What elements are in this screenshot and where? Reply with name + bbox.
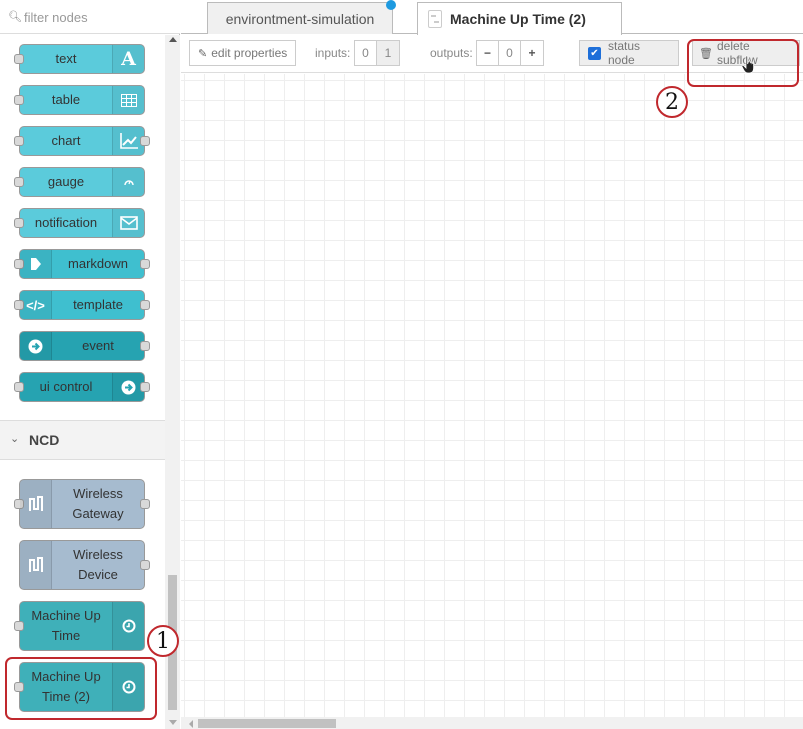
pencil-icon: ✎ bbox=[198, 47, 208, 60]
status-node-checkbox[interactable]: ✔ bbox=[588, 46, 601, 60]
node-label: markdown bbox=[68, 256, 128, 271]
node-label: event bbox=[82, 338, 114, 353]
canvas-horizontal-scrollbar[interactable] bbox=[181, 717, 803, 729]
filter-nodes-input[interactable] bbox=[22, 5, 172, 29]
outputs-value[interactable]: 0 bbox=[499, 41, 521, 65]
category-header-ncd[interactable]: ⌄ NCD bbox=[0, 420, 165, 460]
palette-node-gauge[interactable]: gauge bbox=[14, 167, 145, 197]
output-port bbox=[140, 499, 150, 509]
palette-node-template[interactable]: </> template bbox=[14, 290, 150, 320]
output-port bbox=[140, 136, 150, 146]
pulse-wave-icon bbox=[20, 541, 52, 589]
envelope-icon bbox=[112, 209, 144, 237]
annotation-highlight-delete-subflow bbox=[687, 39, 799, 87]
palette-node-wireless-gateway[interactable]: Wireless Gateway bbox=[14, 479, 150, 529]
palette-node-event[interactable]: event bbox=[19, 331, 150, 361]
outputs-label: outputs: bbox=[430, 46, 473, 60]
palette-sidebar: 🔍︎ text A table chart bbox=[0, 0, 180, 729]
inputs-option-0[interactable]: 0 bbox=[355, 41, 377, 65]
node-label: table bbox=[51, 92, 81, 107]
output-port bbox=[140, 560, 150, 570]
edit-properties-button[interactable]: ✎ edit properties bbox=[189, 40, 297, 66]
flow-canvas[interactable] bbox=[181, 74, 803, 717]
palette-node-list: text A table chart gauge notification ma… bbox=[0, 35, 165, 729]
tab-machine-up-time-2[interactable]: Machine Up Time (2) bbox=[417, 2, 622, 35]
palette-node-machine-up-time[interactable]: Machine Up Time bbox=[14, 601, 145, 651]
tab-environtment-simulation[interactable]: environtment-simulation bbox=[207, 0, 396, 34]
scroll-up-arrow-icon[interactable] bbox=[169, 37, 177, 42]
palette-node-table[interactable]: table bbox=[14, 85, 145, 115]
annotation-highlight-machine-up-time-2 bbox=[5, 657, 157, 720]
inputs-selector: 0 1 bbox=[354, 40, 400, 66]
outputs-increment-button[interactable]: + bbox=[521, 41, 543, 65]
palette-node-markdown[interactable]: markdown bbox=[14, 249, 150, 279]
gauge-icon bbox=[112, 168, 144, 196]
node-label: chart bbox=[51, 133, 81, 148]
tab-label: Machine Up Time (2) bbox=[450, 11, 586, 27]
status-node-label: status node bbox=[607, 39, 640, 67]
palette-node-ui-control[interactable]: ui control bbox=[14, 372, 150, 402]
edit-properties-label: edit properties bbox=[211, 46, 288, 60]
text-A-icon: A bbox=[112, 45, 144, 73]
output-port bbox=[140, 300, 150, 310]
scrollbar-thumb[interactable] bbox=[198, 719, 336, 728]
output-port bbox=[140, 259, 150, 269]
node-label: Wireless Gateway bbox=[72, 486, 124, 521]
annotation-number-1: 1 bbox=[147, 625, 179, 657]
outputs-decrement-button[interactable]: − bbox=[477, 41, 499, 65]
scroll-down-arrow-icon[interactable] bbox=[169, 720, 177, 725]
changed-indicator-dot bbox=[386, 0, 396, 10]
palette-node-text[interactable]: text A bbox=[14, 44, 145, 74]
status-node-toggle[interactable]: ✔ status node bbox=[579, 39, 679, 67]
workspace-tabs: environtment-simulation Machine Up Time … bbox=[181, 0, 803, 35]
code-icon: </> bbox=[20, 291, 52, 319]
clock-icon bbox=[112, 602, 144, 650]
node-label: text bbox=[55, 51, 77, 66]
node-label: notification bbox=[34, 215, 98, 230]
pulse-wave-icon bbox=[20, 480, 52, 528]
annotation-number-2: 2 bbox=[656, 86, 688, 118]
palette-node-chart[interactable]: chart bbox=[14, 126, 150, 156]
table-icon bbox=[112, 86, 144, 114]
output-port bbox=[140, 341, 150, 351]
node-label: Machine Up Time bbox=[31, 608, 101, 643]
output-port bbox=[140, 382, 150, 392]
arrow-circle-right-icon bbox=[20, 332, 52, 360]
palette-node-notification[interactable]: notification bbox=[14, 208, 145, 238]
tab-label: environtment-simulation bbox=[225, 10, 375, 27]
scroll-left-arrow-icon[interactable] bbox=[189, 720, 193, 728]
subflow-icon bbox=[428, 10, 442, 28]
node-label: gauge bbox=[47, 174, 85, 189]
arrow-right-icon bbox=[20, 250, 52, 278]
category-title: NCD bbox=[29, 432, 60, 448]
outputs-stepper: − 0 + bbox=[476, 40, 544, 66]
node-label: Wireless Device bbox=[73, 547, 123, 582]
palette-node-wireless-device[interactable]: Wireless Device bbox=[19, 540, 150, 590]
filter-nodes-bar: 🔍︎ bbox=[0, 0, 180, 34]
node-label: template bbox=[73, 297, 123, 312]
inputs-option-1[interactable]: 1 bbox=[377, 41, 399, 65]
chevron-down-icon: ⌄ bbox=[10, 433, 20, 445]
node-label: ui control bbox=[39, 379, 93, 394]
inputs-label: inputs: bbox=[315, 46, 351, 60]
search-icon: 🔍︎ bbox=[8, 11, 22, 23]
